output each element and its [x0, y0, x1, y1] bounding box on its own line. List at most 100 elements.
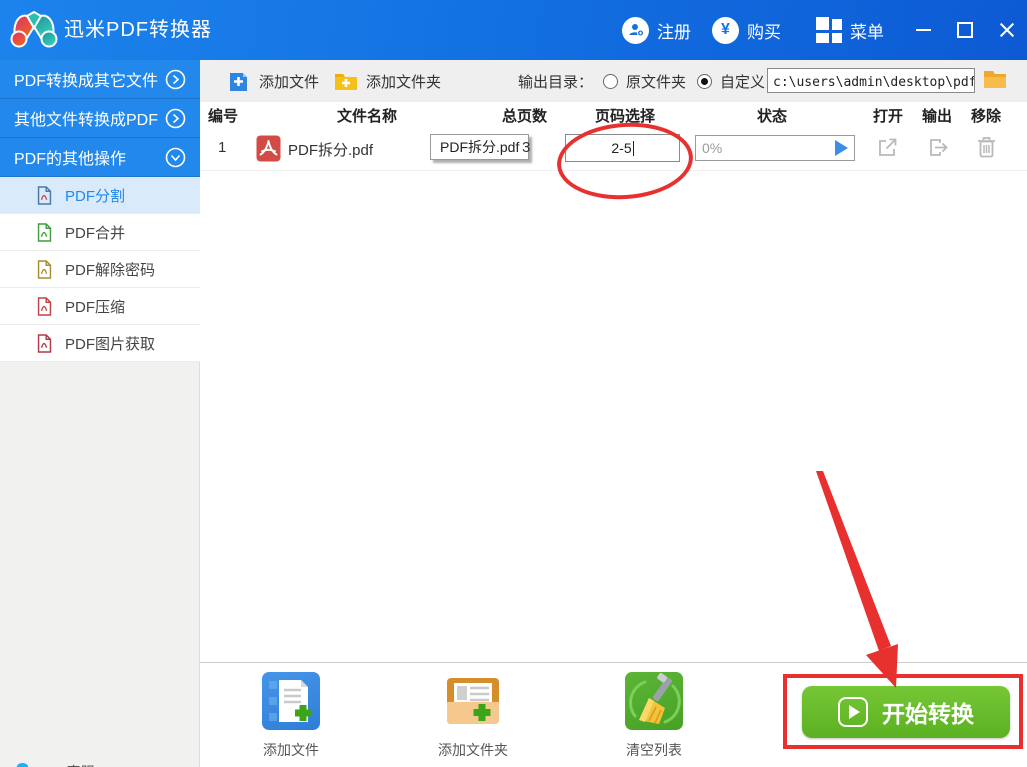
progress-bar: 0% — [695, 135, 855, 161]
radio-unchecked-icon — [603, 73, 618, 89]
pdf-doc-icon — [37, 222, 52, 242]
register-user-icon — [622, 16, 649, 44]
pdf-doc-icon — [37, 185, 52, 205]
play-icon[interactable] — [835, 140, 848, 156]
output-path-input[interactable]: c:\users\admin\desktop\pdf转换 — [767, 68, 975, 93]
play-badge-icon — [838, 697, 868, 727]
menu-grid-icon — [816, 17, 842, 43]
register-label: 注册 — [657, 22, 691, 42]
buy-label: 购买 — [747, 22, 781, 42]
yen-icon: ¥ — [712, 16, 739, 44]
file-table-row: 1 PDF拆分.pdf PDF拆分.pdf 3 2-5 0% — [200, 128, 1027, 171]
sidebar-item-pdf-merge[interactable]: PDF合并 — [0, 214, 200, 251]
buy-button[interactable]: ¥ 购买 — [712, 0, 781, 60]
sidebar-item-pdf-remove-password[interactable]: PDF解除密码 — [0, 251, 200, 288]
item-label: PDF压缩 — [65, 298, 126, 316]
radio-original-label: 原文件夹 — [626, 73, 687, 91]
output-arrow-icon — [930, 139, 948, 156]
radio-checked-icon — [697, 73, 712, 89]
pdf-doc-icon — [37, 333, 52, 353]
item-label: PDF合并 — [65, 224, 126, 242]
start-convert-button[interactable]: 开始转换 — [802, 686, 1010, 738]
clear-list-big-button[interactable] — [625, 672, 683, 730]
app-logo-icon — [10, 10, 58, 48]
add-file-big-icon — [269, 680, 311, 722]
sidebar-category-pdf-to-other[interactable]: PDF转换成其它文件 — [0, 60, 200, 99]
add-file-label: 添加文件 — [259, 73, 320, 91]
add-folder-label: 添加文件夹 — [366, 73, 442, 91]
sidebar: PDF转换成其它文件 其他文件转换成PDF PDF的其他操作 PDF分割 PDF… — [0, 60, 200, 767]
category-label: PDF的其他操作 — [14, 151, 127, 168]
sidebar-item-pdf-extract-images[interactable]: PDF图片获取 — [0, 325, 200, 362]
sidebar-item-pdf-split[interactable]: PDF分割 — [0, 177, 200, 214]
maximize-button[interactable] — [950, 18, 980, 42]
add-folder-big-icon — [447, 678, 499, 724]
category-label: 其他文件转换成PDF — [14, 112, 159, 129]
col-remove: 移除 — [971, 108, 1002, 125]
row-filename: PDF拆分.pdf — [288, 142, 374, 159]
browse-folder-button[interactable] — [982, 67, 1008, 96]
folder-icon — [984, 71, 1006, 88]
add-file-big-label[interactable]: 添加文件 — [246, 740, 336, 760]
qq-label: QQ 客服： — [41, 762, 109, 767]
start-button-label: 开始转换 — [882, 701, 974, 727]
open-file-button[interactable] — [876, 136, 899, 163]
text-caret — [632, 140, 634, 156]
open-output-button[interactable] — [927, 136, 950, 163]
bottom-divider — [200, 662, 1027, 663]
output-path-value: c:\users\admin\desktop\pdf转换 — [773, 75, 975, 90]
radio-original-folder[interactable]: 原文件夹 — [603, 60, 686, 102]
radio-custom-folder[interactable]: 自定义 — [697, 60, 765, 102]
menu-label: 菜单 — [850, 22, 884, 42]
pdf-doc-icon — [37, 259, 52, 279]
col-page-select: 页码选择 — [595, 108, 656, 125]
app-window: 迅米PDF转换器 注册 ¥ 购买 菜单 PDF转换成其它文件 其他文件转换成PD… — [0, 0, 1027, 767]
sidebar-category-other-to-pdf[interactable]: 其他文件转换成PDF — [0, 99, 200, 138]
add-folder-icon — [335, 74, 357, 90]
chevron-right-circle-icon — [165, 108, 186, 129]
col-status: 状态 — [757, 108, 788, 125]
menu-button[interactable]: 菜单 — [816, 0, 884, 60]
row-total-pages: 3 — [522, 139, 531, 156]
external-link-icon — [879, 138, 897, 156]
pdf-doc-icon — [37, 296, 52, 316]
add-folder-big-label[interactable]: 添加文件夹 — [428, 740, 518, 760]
filename-tooltip: PDF拆分.pdf — [430, 134, 530, 160]
remove-file-button[interactable] — [976, 136, 997, 163]
clear-list-broom-icon — [629, 673, 681, 724]
add-file-toolbar-button[interactable]: 添加文件 — [228, 60, 319, 102]
add-folder-toolbar-button[interactable]: 添加文件夹 — [334, 60, 441, 102]
sidebar-item-pdf-compress[interactable]: PDF压缩 — [0, 288, 200, 325]
minimize-button[interactable] — [908, 18, 938, 42]
item-label: PDF图片获取 — [65, 335, 156, 353]
col-output: 输出 — [922, 108, 953, 125]
sidebar-category-pdf-other-ops[interactable]: PDF的其他操作 — [0, 138, 200, 177]
chevron-right-circle-icon — [165, 69, 186, 90]
col-open: 打开 — [873, 108, 904, 125]
clear-list-big-label[interactable]: 清空列表 — [609, 740, 699, 760]
col-pages: 总页数 — [502, 108, 548, 125]
register-button[interactable]: 注册 — [622, 0, 691, 60]
toolbar: 添加文件 添加文件夹 输出目录： 原文件夹 自定义 c:\users\admin… — [200, 60, 1027, 102]
close-button[interactable] — [992, 18, 1022, 42]
page-range-input[interactable]: 2-5 — [565, 134, 680, 162]
pdf-file-icon — [256, 135, 281, 162]
col-filename: 文件名称 — [337, 108, 398, 125]
output-dir-label: 输出目录： — [518, 73, 594, 91]
chevron-down-circle-icon — [165, 147, 186, 168]
title-bar: 迅米PDF转换器 注册 ¥ 购买 菜单 — [0, 0, 1027, 60]
trash-icon — [978, 137, 995, 158]
file-table-header: 编号 文件名称 总页数 页码选择 状态 打开 输出 移除 — [200, 102, 1027, 129]
item-label: PDF解除密码 — [65, 261, 156, 279]
item-label: PDF分割 — [65, 187, 126, 205]
qq-service-row: QQ 客服： — [12, 761, 109, 767]
category-label: PDF转换成其它文件 — [14, 73, 159, 90]
add-file-big-button[interactable] — [262, 672, 320, 730]
page-range-value: 2-5 — [611, 140, 632, 156]
qq-icon — [16, 762, 29, 767]
radio-custom-label: 自定义 — [720, 73, 766, 91]
row-index: 1 — [218, 139, 227, 156]
app-title: 迅米PDF转换器 — [64, 19, 212, 41]
add-folder-big-button[interactable] — [444, 672, 502, 730]
col-index: 编号 — [208, 108, 239, 125]
